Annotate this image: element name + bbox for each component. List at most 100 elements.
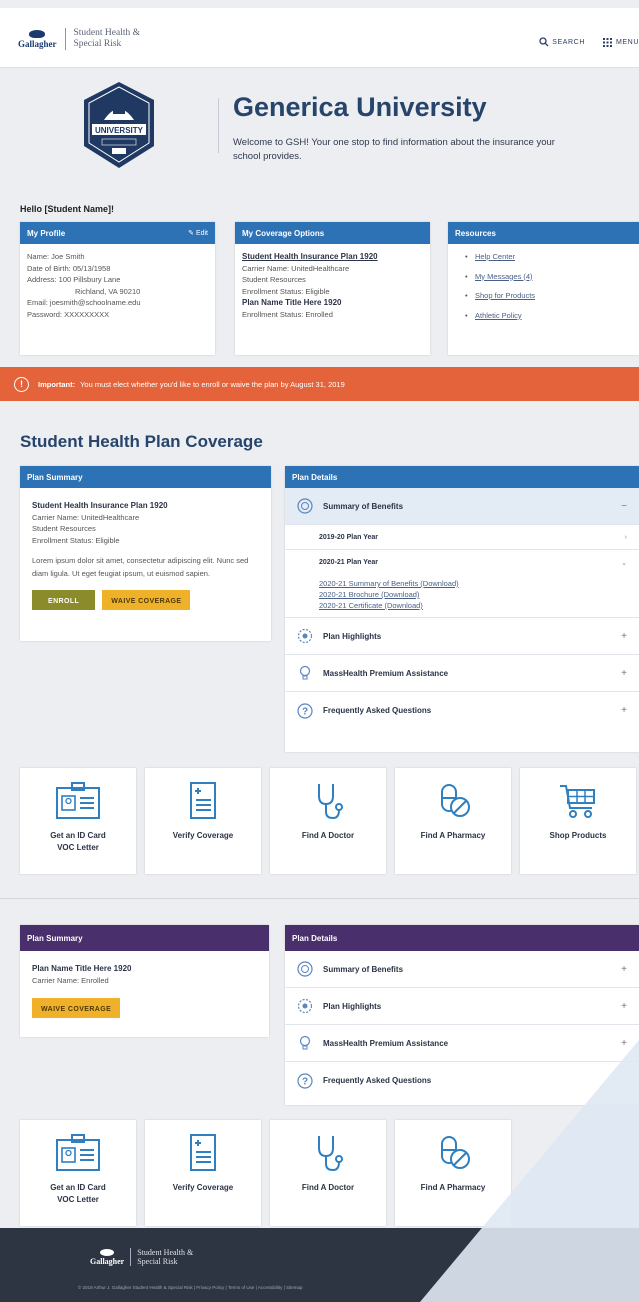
header-actions: SEARCH MENU: [539, 37, 639, 47]
plan-year-2020-row[interactable]: 2020-21 Plan Year ⌄: [285, 550, 639, 575]
verify-coverage-tile-2[interactable]: Verify Coverage: [145, 1120, 261, 1226]
waive-coverage-button-2[interactable]: WAIVE COVERAGE: [32, 998, 121, 1018]
summary-of-benefits-label: Summary of Benefits: [323, 501, 404, 511]
plan-highlights-row-2[interactable]: Plan Highlights +: [285, 988, 639, 1025]
resources-header: Resources: [448, 222, 639, 244]
find-doctor-label-2: Find A Doctor: [301, 1183, 355, 1192]
summary-benefits-download-link[interactable]: 2020-21 Summary of Benefits (Download): [319, 579, 459, 588]
profile-password: Password: XXXXXXXXX: [27, 309, 110, 319]
grid-menu-icon: [602, 37, 612, 47]
shopping-cart-icon: [560, 785, 595, 818]
alert-text: You must elect whether you'd like to enr…: [80, 379, 345, 389]
menu-button[interactable]: MENU: [602, 37, 639, 47]
waive-coverage-button[interactable]: WAIVE COVERAGE: [102, 590, 191, 610]
enroll-button[interactable]: ENROLL: [32, 590, 96, 610]
plan-details-panel-2: Plan Details Summary of Benefits + Plan …: [285, 925, 639, 1105]
find-doctor-tile-2[interactable]: Find A Doctor: [270, 1120, 386, 1226]
footer-tagline: Student Health & Special Risk: [137, 1248, 193, 1266]
plan-summary-status: Enrollment Status: Eligible: [32, 535, 120, 545]
document-icon: [190, 782, 216, 819]
find-pharmacy-label: Find A Pharmacy: [420, 831, 486, 840]
logo-tagline-line-2: Special Risk: [73, 39, 122, 49]
shop-products-tile[interactable]: Shop Products: [520, 768, 636, 874]
summary-of-benefits-label-2: Summary of Benefits: [323, 964, 404, 974]
id-card-icon: [56, 1134, 100, 1171]
logo-mark: Gallagher: [18, 29, 57, 49]
id-card-tile-2[interactable]: Get an ID Card VOC Letter: [20, 1120, 136, 1226]
plan2-status: Enrollment Status: Enrolled: [242, 309, 333, 319]
shop-products-link[interactable]: Shop for Products: [475, 291, 535, 300]
stethoscope-icon: [318, 1136, 343, 1172]
resources-list: Help Center My Messages (4) Shop for Pro…: [455, 251, 632, 321]
footer-tagline-line-1: Student Health &: [137, 1248, 194, 1257]
plan-highlights-row[interactable]: Plan Highlights +: [285, 618, 639, 655]
plan-summary-resources: Student Resources: [32, 524, 96, 533]
voc-letter-label-2: VOC Letter: [57, 1195, 99, 1204]
footer-swoosh-icon: [100, 1248, 115, 1256]
alert-label: Important:: [38, 379, 76, 389]
brochure-download-link[interactable]: 2020-21 Brochure (Download): [319, 590, 419, 599]
benefits-icon: [297, 498, 313, 514]
gallagher-logo[interactable]: Gallagher Student Health & Special Risk: [18, 28, 140, 50]
certificate-download-link[interactable]: 2020-21 Certificate (Download): [319, 601, 423, 610]
site-footer: Gallagher Student Health & Special Risk …: [0, 1228, 639, 1302]
plan-summary-body-2: Plan Name Title Here 1920 Carrier Name: …: [20, 951, 269, 1030]
my-messages-link[interactable]: My Messages (4): [475, 272, 533, 281]
plan1-link[interactable]: Student Health Insurance Plan 1920: [242, 252, 378, 261]
plan-year-2019-row[interactable]: 2019-20 Plan Year ›: [285, 525, 639, 550]
edit-profile-button[interactable]: ✎ Edit: [188, 229, 208, 237]
lightbulb-icon: [297, 1035, 313, 1051]
footer-logo[interactable]: Gallagher Student Health & Special Risk: [90, 1248, 193, 1266]
svg-text:?: ?: [302, 1076, 308, 1087]
stethoscope-icon: [318, 784, 343, 820]
plan-summary-body: Student Health Insurance Plan 1920 Carri…: [20, 488, 271, 622]
plan-details-header: Plan Details: [285, 466, 639, 488]
help-center-link[interactable]: Help Center: [475, 252, 515, 261]
plan-summary-carrier-2: Carrier Name: Enrolled: [32, 975, 109, 985]
coverage-options-card: My Coverage Options Student Health Insur…: [235, 222, 430, 355]
id-card-label: Get an ID Card: [50, 831, 106, 840]
pill-icon: [441, 1136, 470, 1169]
footer-logo-mark: Gallagher: [90, 1248, 124, 1266]
id-card-icon: [56, 782, 100, 819]
logo-brand-name: Gallagher: [18, 38, 57, 49]
highlights-icon: [297, 628, 313, 644]
resource-item: Help Center: [465, 251, 632, 263]
masshealth-row[interactable]: MassHealth Premium Assistance +: [285, 655, 639, 692]
plus-icon: +: [621, 964, 627, 975]
plan1-carrier: Carrier Name: UnitedHealthcare: [242, 263, 350, 273]
my-profile-card: My Profile ✎ Edit Name: Joe Smith Date o…: [20, 222, 215, 355]
resources-card: Resources Help Center My Messages (4) Sh…: [448, 222, 639, 355]
summary-of-benefits-row-2[interactable]: Summary of Benefits +: [285, 951, 639, 988]
masshealth-label: MassHealth Premium Assistance: [323, 668, 449, 678]
faq-row[interactable]: ? Frequently Asked Questions +: [285, 692, 639, 729]
plan-year-2020-label: 2020-21 Plan Year: [319, 559, 379, 566]
footer-logo-divider: [130, 1248, 132, 1266]
verify-coverage-tile[interactable]: Verify Coverage: [145, 768, 261, 874]
masshealth-row-2[interactable]: MassHealth Premium Assistance +: [285, 1025, 639, 1062]
find-doctor-tile[interactable]: Find A Doctor: [270, 768, 386, 874]
id-card-tile[interactable]: Get an ID Card VOC Letter: [20, 768, 136, 874]
alert-icon: !: [14, 376, 29, 392]
page: Gallagher Student Health & Special Risk …: [0, 0, 639, 1302]
search-button[interactable]: SEARCH: [539, 37, 585, 47]
collapse-icon: −: [621, 501, 627, 512]
summary-of-benefits-row[interactable]: Summary of Benefits −: [285, 488, 639, 525]
resource-item: Shop for Products: [465, 290, 632, 302]
find-pharmacy-tile-2[interactable]: Find A Pharmacy: [395, 1120, 511, 1226]
plan-summary-actions: ENROLL WAIVE COVERAGE: [32, 590, 259, 610]
profile-address: Address: 100 Pillsbury Lane: [27, 275, 121, 284]
find-pharmacy-tile[interactable]: Find A Pharmacy: [395, 768, 511, 874]
resource-item: Athletic Policy: [465, 310, 632, 322]
plan-summary-carrier: Carrier Name: UnitedHealthcare: [32, 512, 140, 522]
plan-highlights-label-2: Plan Highlights: [323, 1001, 382, 1011]
id-card-label-2: Get an ID Card: [50, 1183, 106, 1192]
quick-links-row: Get an ID Card VOC Letter Verify Coverag…: [20, 768, 636, 874]
svg-text:?: ?: [302, 706, 308, 717]
plan-summary-description: Lorem ipsum dolor sit amet, consectetur …: [32, 556, 249, 578]
profile-email: Email: joesmith@schoolname.edu: [27, 298, 141, 307]
faq-row-2[interactable]: ? Frequently Asked Questions: [285, 1062, 639, 1099]
athletic-policy-link[interactable]: Athletic Policy: [475, 311, 522, 320]
plan-summary-actions-2: WAIVE COVERAGE: [32, 998, 257, 1018]
plus-icon: +: [621, 705, 627, 716]
